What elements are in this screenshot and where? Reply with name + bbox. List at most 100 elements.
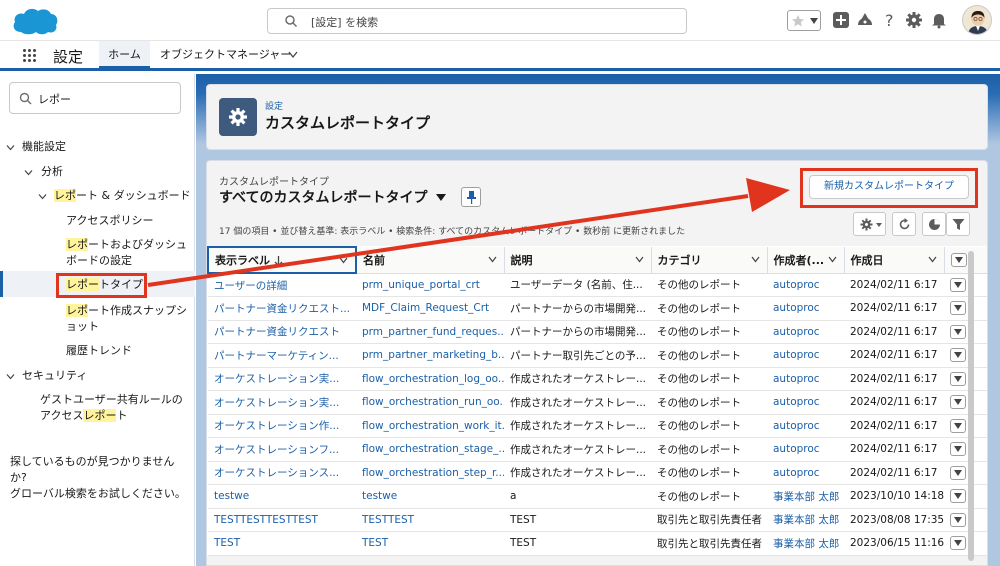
cell-name[interactable]: MDF_Claim_Request_Crt [356,296,504,321]
cell-name[interactable]: TESTTEST [356,508,504,532]
page-breadcrumb[interactable]: 設定 [265,99,283,112]
cell-label[interactable]: パートナー資金リクエスト [208,320,356,344]
cell-description: ユーザーデータ (名前、住... [504,273,651,297]
table-row: オーケストレーションス... flow_orchestration_step_r.… [208,461,987,485]
quick-find-input[interactable]: レポー [9,82,181,114]
column-header-name[interactable]: 名前 [356,247,505,274]
plus-icon[interactable] [832,11,850,29]
row-actions-button[interactable] [950,418,966,433]
cell-label[interactable]: オーケストレーション実... [208,390,356,415]
list-settings-button[interactable] [853,212,886,236]
cell-created-by[interactable]: 事業本部 太郎 [767,531,844,556]
sidebar-item-feature-settings[interactable]: 機能設定 [22,139,66,155]
list-view-title[interactable]: すべてのカスタムレポートタイプ [219,187,427,207]
chevron-down-icon[interactable] [928,256,937,263]
cell-name[interactable]: prm_partner_fund_reques... [356,320,504,344]
cell-name[interactable]: testwe [356,484,504,509]
cell-created-by[interactable]: autoproc [767,296,844,321]
cell-created-by[interactable]: 事業本部 太郎 [767,484,844,509]
new-custom-report-type-button[interactable]: 新規カスタムレポートタイプ [809,175,969,199]
cell-label[interactable]: オーケストレーション実... [208,367,356,391]
chevron-down-icon[interactable] [339,257,348,264]
chevron-down-icon[interactable] [24,168,33,177]
salesforce-cloud-logo[interactable] [11,6,59,36]
bell-icon[interactable] [930,11,948,29]
sidebar-item-historical-trending[interactable]: 履歴トレンド [66,343,132,359]
cell-created-by[interactable]: 事業本部 太郎 [767,508,844,532]
user-avatar[interactable] [962,5,992,35]
tab-home[interactable]: ホーム [99,41,150,69]
row-actions-button[interactable] [950,536,966,551]
chevron-down-icon[interactable] [751,256,760,263]
cell-name[interactable]: TEST [356,531,504,556]
trailhead-icon[interactable] [856,11,874,29]
sidebar-item-reports-dashboards[interactable]: レポート & ダッシュボード [54,188,191,204]
column-header-category[interactable]: カテゴリ [651,247,768,274]
sidebar-item-report-settings[interactable]: レポートおよびダッシュボードの設定 [66,237,190,269]
cell-created-by[interactable]: autoproc [767,461,844,485]
column-header-text: 作成日 [850,253,884,267]
cell-label[interactable]: TEST [208,531,356,556]
chevron-down-icon[interactable] [38,192,47,201]
chevron-down-icon[interactable] [635,256,644,263]
pin-list-view-button[interactable] [461,187,481,207]
column-header-created-date[interactable]: 作成日 [844,247,945,274]
cell-label[interactable]: オーケストレーションフ... [208,437,356,462]
chevron-down-icon[interactable] [288,51,298,59]
cell-created-by[interactable]: autoproc [767,437,844,462]
scrollbar[interactable] [965,161,977,566]
cell-label[interactable]: パートナー資金リクエスト... [208,296,356,321]
cell-name[interactable]: flow_orchestration_stage_... [356,437,504,462]
global-search-box[interactable]: [設定] を検索 [267,8,687,34]
favorites-button[interactable] [787,10,821,31]
row-actions-button[interactable] [950,465,966,480]
cell-name[interactable]: flow_orchestration_work_it... [356,414,504,438]
cell-name[interactable]: prm_unique_portal_crt [356,273,504,297]
chart-button[interactable] [922,212,946,236]
cell-created-by[interactable]: autoproc [767,414,844,438]
sidebar-item-access-policies[interactable]: アクセスポリシー [66,213,153,229]
row-actions-button[interactable] [950,324,966,339]
column-header-label[interactable]: 表示ラベル [207,246,357,274]
cell-created-by[interactable]: autoproc [767,273,844,297]
column-header-created-by[interactable]: 作成者(... [767,247,845,274]
cell-name[interactable]: flow_orchestration_step_r... [356,461,504,485]
sidebar-item-guest-user-sharing-report[interactable]: ゲストユーザー共有ルールのアクセスレポート [40,392,192,424]
sidebar-item-analytics[interactable]: 分析 [41,164,63,180]
tab-object-manager[interactable]: オブジェクトマネージャー [160,41,291,69]
row-actions-button[interactable] [950,277,966,292]
app-launcher-icon[interactable] [23,49,37,63]
row-actions-button[interactable] [950,512,966,527]
caret-down-icon[interactable] [436,194,446,201]
chevron-down-icon[interactable] [6,372,15,381]
cell-created-by[interactable]: autoproc [767,367,844,391]
cell-description: TEST [504,508,651,532]
chevron-down-icon[interactable] [488,256,497,263]
gear-icon[interactable] [905,11,923,29]
row-actions-button[interactable] [950,348,966,363]
refresh-button[interactable] [892,212,916,236]
sidebar-item-security[interactable]: セキュリティ [22,368,87,384]
cell-name[interactable]: prm_partner_marketing_b... [356,343,504,368]
row-actions-button[interactable] [950,489,966,504]
row-actions-button[interactable] [950,301,966,316]
cell-created-by[interactable]: autoproc [767,320,844,344]
row-actions-button[interactable] [950,371,966,386]
cell-name[interactable]: flow_orchestration_run_oo... [356,390,504,415]
cell-created-by[interactable]: autoproc [767,343,844,368]
cell-label[interactable]: オーケストレーションス... [208,461,356,485]
sidebar-item-reporting-snapshots[interactable]: レポート作成スナップショット [66,303,190,335]
cell-label[interactable]: TESTTESTTESTTEST [208,508,356,532]
chevron-down-icon[interactable] [6,143,15,152]
row-actions-button[interactable] [950,395,966,410]
cell-name[interactable]: flow_orchestration_log_oo... [356,367,504,391]
cell-created-by[interactable]: autoproc [767,390,844,415]
column-header-description[interactable]: 説明 [504,247,652,274]
cell-label[interactable]: testwe [208,484,356,509]
cell-label[interactable]: オーケストレーション作... [208,414,356,438]
cell-label[interactable]: パートナーマーケティン... [208,343,356,368]
chevron-down-icon[interactable] [828,256,837,263]
row-actions-button[interactable] [950,442,966,457]
cell-label[interactable]: ユーザーの詳細 [208,273,356,297]
help-icon[interactable]: ? [881,11,899,29]
